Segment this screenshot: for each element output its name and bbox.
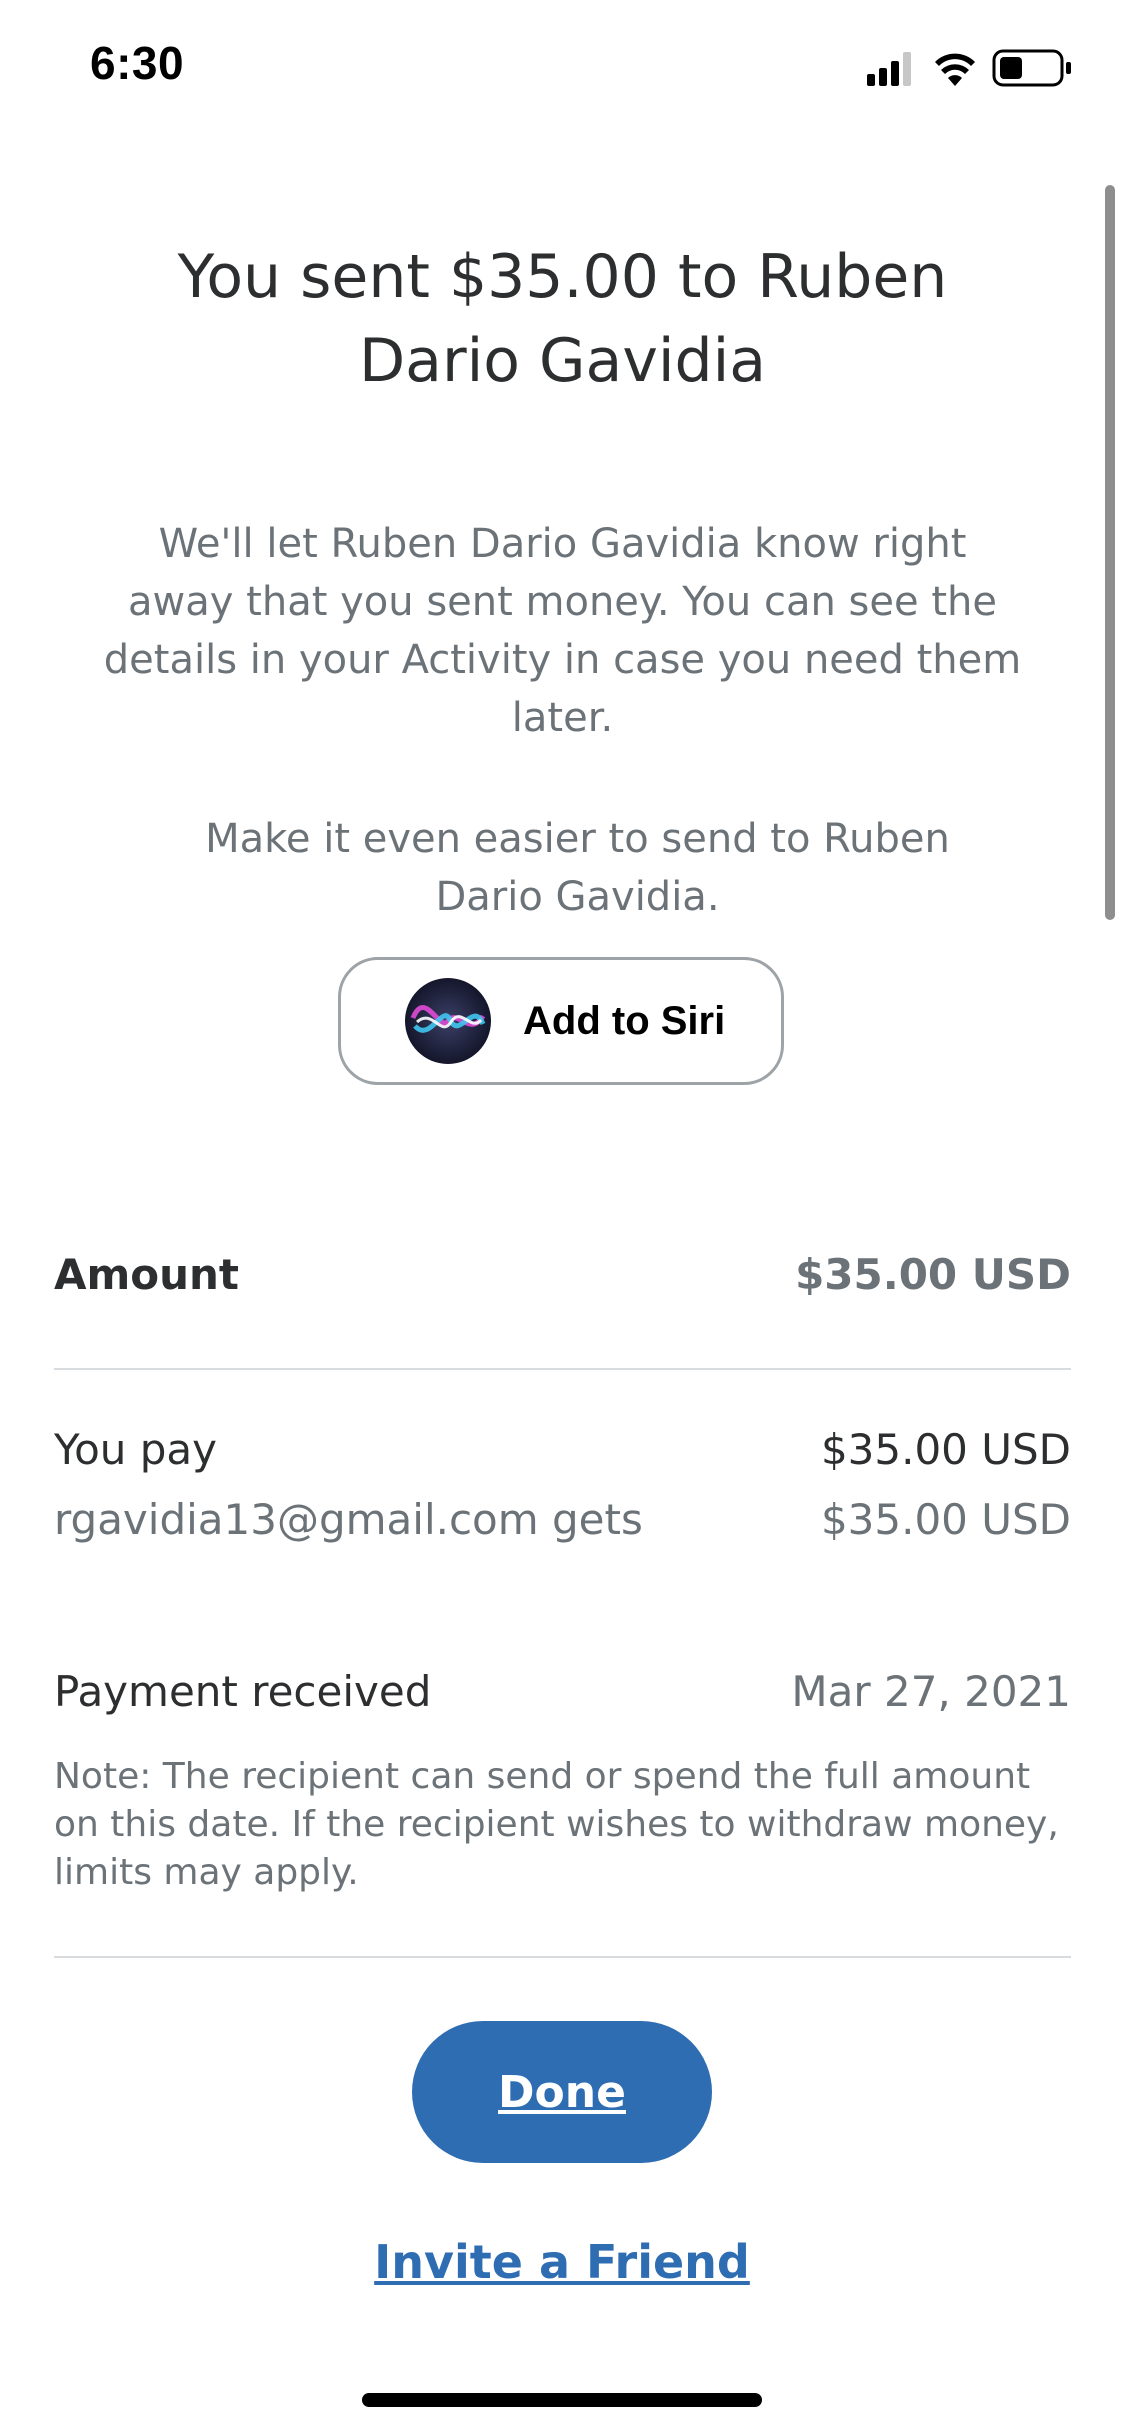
amount-label: Amount — [54, 1250, 240, 1299]
confirmation-message: We'll let Ruben Dario Gavidia know right… — [103, 521, 1022, 741]
you-pay-label: You pay — [54, 1425, 217, 1474]
recipient-gets-value: $35.00 USD — [820, 1495, 1071, 1544]
add-to-siri-label: Add to Siri — [523, 998, 726, 1043]
divider — [54, 1368, 1071, 1370]
you-pay-value: $35.00 USD — [820, 1425, 1071, 1474]
invite-friend-link[interactable]: Invite a Friend — [312, 2235, 812, 2289]
wifi-icon — [935, 53, 975, 86]
siri-icon — [405, 978, 491, 1064]
recipient-gets-label: rgavidia13@gmail.com gets — [54, 1495, 643, 1544]
cellular-signal-icon — [867, 52, 911, 86]
payment-received-label: Payment received — [54, 1667, 432, 1716]
home-indicator[interactable] — [362, 2393, 762, 2407]
payment-received-date: Mar 27, 2021 — [791, 1667, 1071, 1716]
add-to-siri-button[interactable]: Add to Siri — [338, 957, 784, 1085]
scroll-indicator[interactable] — [1105, 185, 1115, 920]
payment-note: Note: The recipient can send or spend th… — [54, 1756, 1059, 1893]
battery-icon — [992, 49, 1071, 87]
confirmation-title: You sent $35.00 to Ruben Dario Gavidia — [177, 242, 948, 396]
status-bar: 6:30 — [0, 0, 1125, 140]
siri-prompt: Make it even easier to send to Ruben Dar… — [205, 816, 950, 920]
status-icons — [867, 49, 1071, 87]
status-time: 6:30 — [90, 37, 185, 89]
divider — [54, 1956, 1071, 1958]
amount-value: $35.00 USD — [795, 1250, 1071, 1299]
done-button[interactable]: Done — [412, 2021, 712, 2163]
